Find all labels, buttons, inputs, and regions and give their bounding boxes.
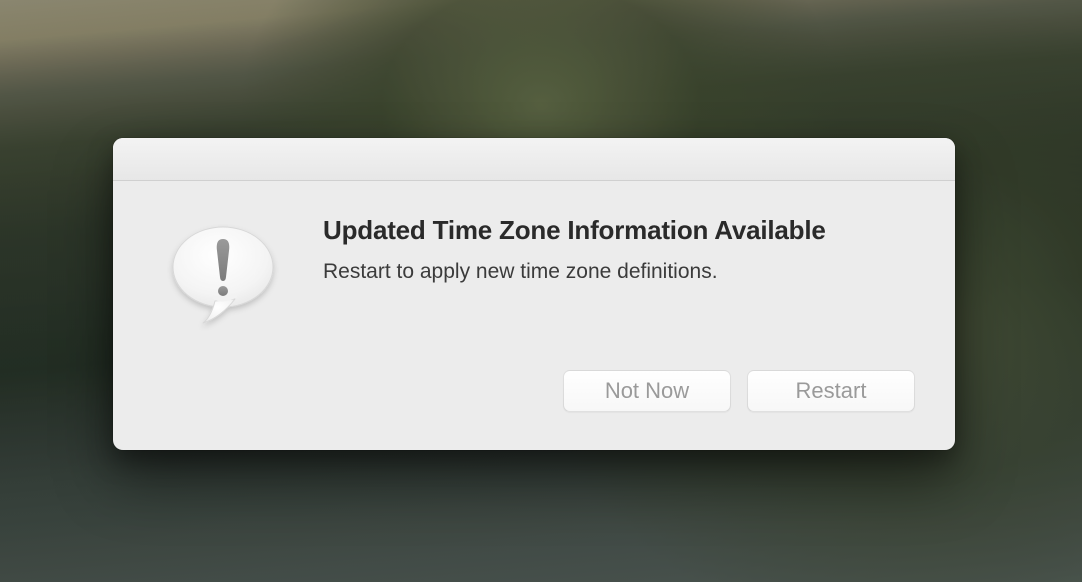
dialog-title: Updated Time Zone Information Available [323, 215, 915, 246]
dialog-text: Updated Time Zone Information Available … [323, 215, 915, 335]
dialog-message: Restart to apply new time zone definitio… [323, 260, 915, 284]
restart-button[interactable]: Restart [747, 370, 915, 412]
alert-dialog: Updated Time Zone Information Available … [113, 138, 955, 450]
alert-icon [163, 215, 283, 335]
dialog-content: Updated Time Zone Information Available … [113, 181, 955, 355]
dialog-buttons: Not Now Restart [563, 370, 915, 412]
not-now-button[interactable]: Not Now [563, 370, 731, 412]
exclamation-speech-icon [163, 215, 283, 335]
dialog-titlebar [113, 138, 955, 181]
